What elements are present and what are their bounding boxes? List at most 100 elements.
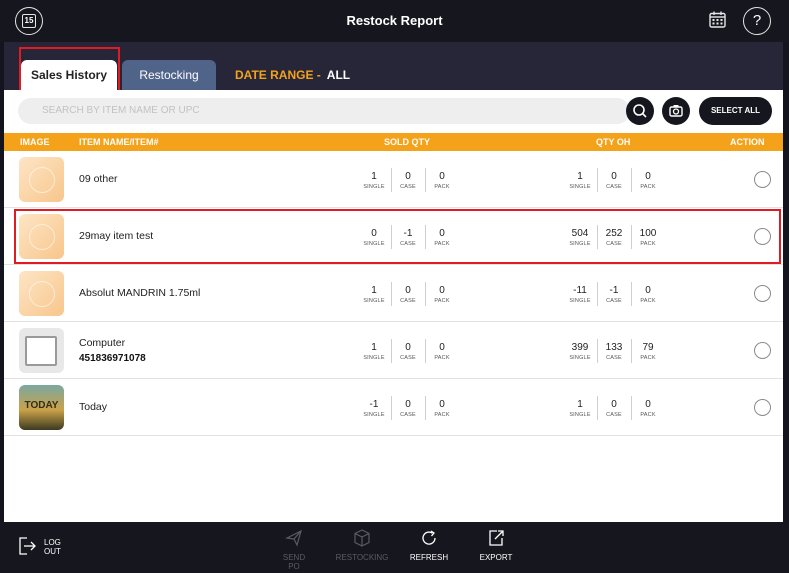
- qoh-single: 1: [577, 399, 583, 410]
- label-pack: PACK: [434, 412, 450, 418]
- label-single: SINGLE: [569, 298, 591, 304]
- table-row[interactable]: Absolut MANDRIN 1.75ml 1 SINGLE 0 CASE 0 PA…: [4, 265, 783, 322]
- divider: [597, 396, 598, 420]
- date-range-label: DATE RANGE -: [235, 68, 321, 82]
- send-po-label-line1: SEND: [282, 553, 306, 562]
- item-name: 09 other: [79, 173, 118, 185]
- divider: [425, 168, 426, 192]
- divider: [631, 168, 632, 192]
- label-case: CASE: [606, 355, 622, 361]
- select-radio[interactable]: [754, 171, 771, 188]
- qoh-single: 399: [571, 342, 589, 353]
- export-button[interactable]: EXPORT: [475, 529, 517, 562]
- divider: [391, 396, 392, 420]
- send-icon: [285, 529, 302, 547]
- qoh-pack: 0: [645, 171, 651, 182]
- tab-bar: Sales History Restocking DATE RANGE - ALL: [4, 42, 783, 90]
- label-case: CASE: [400, 298, 416, 304]
- label-pack: PACK: [640, 298, 656, 304]
- label-case: CASE: [400, 355, 416, 361]
- restock-report-app: 15 Restock Report ? Sales History Restoc…: [0, 0, 789, 573]
- divider: [391, 168, 392, 192]
- search-button[interactable]: [626, 97, 654, 125]
- tab-restocking[interactable]: Restocking: [122, 60, 216, 90]
- sold-single: 1: [371, 285, 377, 296]
- divider: [597, 339, 598, 363]
- divider: [597, 168, 598, 192]
- table-header: IMAGE ITEM NAME/ITEM# SOLD QTY QTY OH AC…: [4, 133, 783, 151]
- export-label: EXPORT: [479, 553, 513, 562]
- help-icon[interactable]: ?: [743, 7, 771, 35]
- label-single: SINGLE: [363, 298, 385, 304]
- sold-case: 0: [405, 399, 411, 410]
- label-pack: PACK: [640, 412, 656, 418]
- sold-pack: 0: [439, 399, 445, 410]
- sold-pack: 0: [439, 342, 445, 353]
- main-panel: SEARCH BY ITEM NAME OR UPC SELECT ALL IM…: [4, 90, 783, 522]
- item-name: Today: [79, 401, 108, 413]
- qoh-single: -11: [573, 285, 587, 296]
- label-single: SINGLE: [569, 184, 591, 190]
- send-po-button[interactable]: SEND PO: [276, 529, 312, 571]
- label-pack: PACK: [434, 298, 450, 304]
- bottom-toolbar: LOG OUT SEND PO RESTOCKING REFRESH EXPOR…: [0, 522, 789, 573]
- date-range-value: ALL: [326, 68, 351, 82]
- sold-case: 0: [405, 171, 411, 182]
- refresh-label: REFRESH: [409, 553, 449, 562]
- col-qty-oh: QTY OH: [596, 137, 631, 147]
- select-radio[interactable]: [754, 285, 771, 302]
- logout-label-line1: LOG: [44, 538, 61, 547]
- col-image: IMAGE: [20, 137, 50, 147]
- item-name: Absolut MANDRIN 1.75ml: [79, 287, 201, 299]
- sold-single: -1: [369, 399, 379, 410]
- thumb-label: TODAY: [24, 400, 59, 411]
- label-single: SINGLE: [363, 184, 385, 190]
- table-row[interactable]: TODAY Today -1 SINGLE 0 CASE 0 PACK 1 SINGLE…: [4, 379, 783, 436]
- restocking-button[interactable]: RESTOCKING: [332, 529, 392, 562]
- qoh-case: 133: [605, 342, 623, 353]
- label-case: CASE: [606, 298, 622, 304]
- logout-button[interactable]: LOG OUT: [18, 537, 61, 557]
- divider: [391, 282, 392, 306]
- divider: [631, 282, 632, 306]
- qoh-single: 1: [577, 171, 583, 182]
- sold-single: 1: [371, 171, 377, 182]
- qoh-pack: 79: [642, 342, 654, 353]
- scan-camera-button[interactable]: [662, 97, 690, 125]
- label-pack: PACK: [434, 184, 450, 190]
- search-input[interactable]: SEARCH BY ITEM NAME OR UPC: [18, 98, 630, 124]
- col-action: ACTION: [730, 137, 765, 147]
- sold-pack: 0: [439, 171, 445, 182]
- select-radio[interactable]: [754, 342, 771, 359]
- label-case: CASE: [400, 184, 416, 190]
- label-case: CASE: [606, 412, 622, 418]
- table-row[interactable]: Computer 451836971078 1 SINGLE 0 CASE 0 PAC…: [4, 322, 783, 379]
- refresh-icon: [422, 530, 436, 545]
- calendar-icon[interactable]: [709, 11, 726, 28]
- divider: [597, 282, 598, 306]
- refresh-button[interactable]: REFRESH: [407, 529, 451, 562]
- divider: [391, 339, 392, 363]
- sold-case: 0: [405, 342, 411, 353]
- label-case: CASE: [400, 412, 416, 418]
- item-image: TODAY: [19, 385, 64, 430]
- restocking-label: RESTOCKING: [335, 553, 389, 562]
- label-case: CASE: [606, 184, 622, 190]
- label-single: SINGLE: [363, 412, 385, 418]
- divider: [631, 339, 632, 363]
- page-title: Restock Report: [346, 13, 443, 28]
- sold-single: 1: [371, 342, 377, 353]
- highlight-box-row: [14, 209, 781, 264]
- divider: [425, 282, 426, 306]
- qoh-case: 0: [611, 171, 617, 182]
- date-range[interactable]: DATE RANGE - ALL: [235, 68, 350, 82]
- qoh-pack: 0: [645, 399, 651, 410]
- select-radio[interactable]: [754, 399, 771, 416]
- search-icon: [633, 104, 647, 118]
- col-item-name: ITEM NAME/ITEM#: [79, 137, 159, 147]
- table-row[interactable]: 09 other 1 SINGLE 0 CASE 0 PACK 1 SINGLE 0 CA…: [4, 151, 783, 208]
- select-all-button[interactable]: SELECT ALL: [699, 97, 772, 125]
- qoh-pack: 0: [645, 285, 651, 296]
- item-name: Computer: [79, 337, 126, 349]
- divider: [425, 339, 426, 363]
